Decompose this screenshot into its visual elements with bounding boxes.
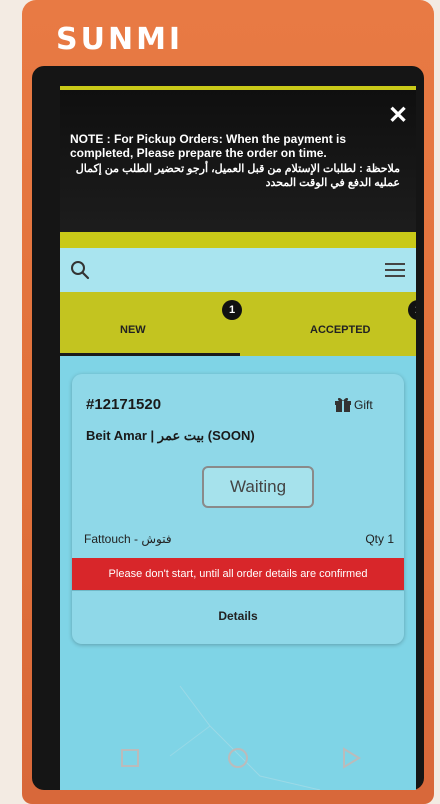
device-bezel: ✕ NOTE : For Pickup Orders: When the pay… (32, 66, 424, 790)
active-tab-indicator (60, 353, 240, 356)
details-button[interactable]: Details (72, 590, 404, 641)
recent-apps-icon[interactable] (116, 744, 144, 772)
tab-accepted[interactable]: ACCEPTED 1 (240, 292, 416, 356)
order-card[interactable]: #12171520 Gift Beit Amar | بيت عمر (SOON… (72, 374, 404, 644)
gift-tag: Gift (334, 396, 373, 412)
pickup-note-banner: ✕ NOTE : For Pickup Orders: When the pay… (60, 86, 416, 236)
note-arabic: ملاحظة : لطلبات الإستلام من قبل العميل، … (75, 163, 400, 189)
yellow-divider (60, 232, 416, 248)
tab-new-label: NEW (120, 324, 146, 336)
order-item-qty: Qty 1 (365, 532, 394, 546)
order-item-name: Fattouch - فتوش (84, 532, 172, 546)
app-screen: ✕ NOTE : For Pickup Orders: When the pay… (60, 86, 416, 790)
order-tabs: NEW 1 ACCEPTED 1 (60, 292, 416, 356)
close-icon[interactable]: ✕ (386, 104, 410, 128)
tab-new[interactable]: NEW 1 (60, 292, 242, 356)
confirm-warning-banner: Please don't start, until all order deta… (72, 558, 404, 590)
new-count-badge: 1 (222, 300, 242, 320)
note-text: NOTE : For Pickup Orders: When the payme… (70, 132, 400, 190)
back-icon[interactable] (336, 744, 364, 772)
search-icon[interactable] (68, 258, 92, 282)
home-icon[interactable] (224, 744, 252, 772)
order-id: #12171520 (86, 396, 162, 413)
hamburger-menu-icon[interactable] (384, 260, 406, 280)
gift-label: Gift (354, 398, 373, 412)
gift-icon (335, 397, 351, 412)
customer-name: Beit Amar | بيت عمر (SOON) (86, 428, 255, 443)
android-nav-bar (42, 726, 434, 790)
brand-logo: SUNMI (56, 22, 184, 57)
accepted-count-badge: 1 (408, 300, 416, 320)
search-bar (60, 248, 416, 292)
tab-accepted-label: ACCEPTED (310, 324, 371, 336)
sunmi-device: SUNMI ✕ NOTE : For Pickup Orders: When t… (22, 0, 434, 804)
waiting-button[interactable]: Waiting (202, 466, 314, 508)
note-english: NOTE : For Pickup Orders: When the payme… (70, 132, 347, 160)
